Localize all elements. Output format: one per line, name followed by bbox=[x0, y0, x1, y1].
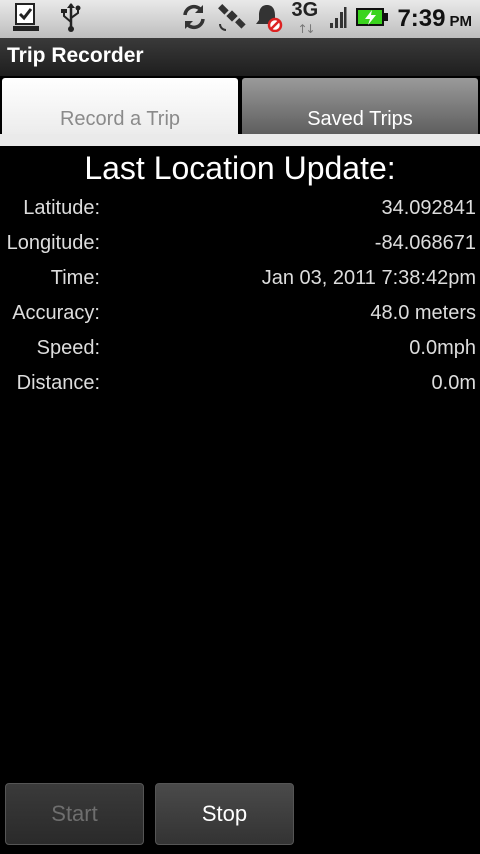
distance-value: 0.0m bbox=[431, 372, 476, 394]
tab-indicator-strip bbox=[0, 134, 480, 146]
sync-icon bbox=[179, 2, 209, 36]
usb-icon bbox=[60, 2, 82, 36]
last-location-heading: Last Location Update: bbox=[84, 150, 396, 186]
latitude-row: Latitude: 34.092841 bbox=[0, 197, 480, 232]
speed-value: 0.0mph bbox=[409, 337, 476, 359]
latitude-label: Latitude: bbox=[23, 197, 100, 219]
data-activity-icon: ↑↓ bbox=[297, 22, 315, 36]
battery-charging-icon bbox=[355, 6, 389, 32]
tab-record-a-trip-label: Record a Trip bbox=[59, 108, 181, 130]
tab-saved-trips[interactable]: Saved Trips bbox=[242, 78, 478, 134]
status-bar: 3G ↑↓ 7:39 PM bbox=[0, 0, 480, 38]
status-clock: 7:39 PM bbox=[397, 5, 472, 33]
time-row: Time: Jan 03, 2011 7:38:42pm bbox=[0, 267, 480, 302]
status-bar-left bbox=[12, 2, 82, 36]
distance-row: Distance: 0.0m bbox=[0, 372, 480, 407]
stop-button-label: Stop bbox=[201, 801, 248, 826]
accuracy-row: Accuracy: 48.0 meters bbox=[0, 302, 480, 337]
tab-bar: Record a Trip Saved Trips bbox=[0, 76, 480, 146]
app-title-bar: Trip Recorder bbox=[0, 38, 480, 77]
accuracy-value: 48.0 meters bbox=[370, 302, 476, 324]
download-done-icon bbox=[12, 2, 40, 36]
app-title: Trip Recorder bbox=[7, 44, 144, 67]
start-button[interactable]: Start bbox=[5, 783, 144, 845]
clock-ampm: PM bbox=[449, 13, 473, 30]
time-value: Jan 03, 2011 7:38:42pm bbox=[261, 267, 476, 289]
stop-button[interactable]: Stop bbox=[155, 783, 294, 845]
longitude-value: -84.068671 bbox=[374, 232, 476, 254]
latitude-value: 34.092841 bbox=[381, 197, 476, 219]
signal-icon bbox=[329, 5, 347, 33]
longitude-label: Longitude: bbox=[6, 232, 100, 254]
distance-label: Distance: bbox=[16, 372, 100, 394]
speed-label: Speed: bbox=[36, 337, 100, 359]
network-type: 3G bbox=[291, 0, 319, 21]
network-indicator: 3G ↑↓ bbox=[291, 0, 321, 37]
clock-time: 7:39 bbox=[397, 5, 446, 32]
status-bar-right: 3G ↑↓ 7:39 PM bbox=[179, 0, 472, 38]
tab-record-a-trip[interactable]: Record a Trip bbox=[2, 78, 238, 134]
time-label: Time: bbox=[50, 267, 100, 289]
speed-row: Speed: 0.0mph bbox=[0, 337, 480, 372]
accuracy-label: Accuracy: bbox=[12, 302, 100, 324]
longitude-row: Longitude: -84.068671 bbox=[0, 232, 480, 267]
start-button-label: Start bbox=[51, 801, 98, 826]
notifications-muted-icon bbox=[255, 2, 283, 36]
tab-saved-trips-label: Saved Trips bbox=[307, 108, 413, 130]
gps-satellite-icon bbox=[217, 2, 247, 36]
